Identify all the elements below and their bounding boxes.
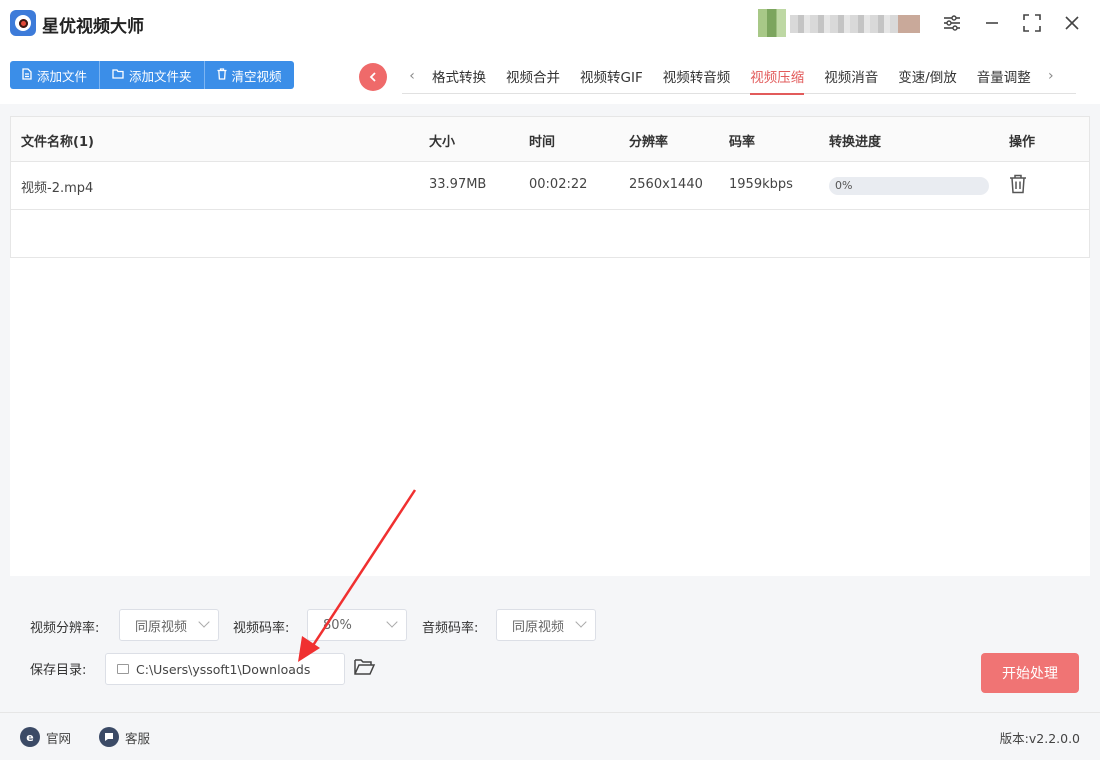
chevron-down-icon — [198, 616, 210, 628]
conversion-progress-bar: 0% — [829, 177, 989, 195]
ie-logo-icon: e — [20, 727, 40, 747]
table-row[interactable]: 视频-2.mp4 33.97MB 00:02:22 2560x1440 1959… — [10, 162, 1090, 210]
tab-video-mute[interactable]: 视频消音 — [814, 58, 888, 94]
file-button-group: 添加文件 添加文件夹 清空视频 — [10, 61, 294, 89]
video-bitrate-label: 视频码率: — [233, 621, 290, 636]
close-icon[interactable] — [1061, 12, 1083, 34]
header-bitrate: 码率 — [729, 135, 756, 150]
tab-volume-adjust[interactable]: 音量调整 — [967, 58, 1041, 94]
table-header: 文件名称(1) 大小 时间 分辨率 码率 转换进度 操作 — [10, 116, 1090, 162]
tab-video-merge[interactable]: 视频合并 — [496, 58, 570, 94]
add-file-button[interactable]: 添加文件 — [10, 61, 101, 89]
header-size: 大小 — [429, 135, 456, 150]
tab-speed-reverse[interactable]: 变速/倒放 — [888, 58, 967, 94]
support-link[interactable]: 客服 — [99, 727, 150, 747]
title-bar: 星优视频大师 — [0, 0, 1100, 48]
file-list-panel: 文件名称(1) 大小 时间 分辨率 码率 转换进度 操作 视频-2.mp4 33… — [10, 116, 1090, 576]
support-label: 客服 — [125, 730, 151, 746]
add-folder-button[interactable]: 添加文件夹 — [100, 61, 205, 89]
tab-video-to-gif[interactable]: 视频转GIF — [570, 58, 653, 94]
clear-videos-button[interactable]: 清空视频 — [204, 61, 294, 89]
audio-bitrate-select[interactable]: 同原视频 — [496, 609, 596, 641]
app-logo-icon — [10, 10, 36, 36]
output-settings: 视频分辨率: 同原视频 视频码率: 80% 音频码率: 同原视频 保存目录: C… — [0, 588, 1100, 712]
video-resolution-label: 视频分辨率: — [30, 621, 100, 636]
tabs-scroll-left-icon[interactable]: ‹ — [402, 68, 422, 84]
cell-resolution: 2560x1440 — [629, 177, 703, 192]
header-progress: 转换进度 — [829, 135, 882, 150]
website-link[interactable]: e 官网 — [20, 727, 71, 747]
empty-table-row — [10, 210, 1090, 258]
user-name-redacted[interactable] — [790, 15, 920, 33]
video-bitrate-value: 80% — [323, 617, 352, 633]
add-folder-label: 添加文件夹 — [129, 68, 192, 84]
chat-bubble-icon — [99, 727, 119, 747]
browse-folder-icon[interactable] — [354, 658, 376, 678]
header-resolution: 分辨率 — [629, 135, 669, 150]
save-dir-input[interactable]: C:\Users\yssoft1\Downloads — [105, 653, 345, 685]
save-dir-label: 保存目录: — [30, 663, 87, 678]
trash-icon — [217, 67, 227, 83]
minimize-icon[interactable] — [981, 12, 1003, 34]
feature-tabs: ‹ 格式转换 视频合并 视频转GIF 视频转音频 视频压缩 视频消音 变速/倒放… — [402, 58, 1076, 95]
website-label: 官网 — [46, 730, 72, 746]
tabs-scroll-right-icon[interactable]: › — [1041, 68, 1061, 84]
start-processing-button[interactable]: 开始处理 — [981, 653, 1079, 693]
video-resolution-value: 同原视频 — [135, 619, 188, 635]
tab-video-to-audio[interactable]: 视频转音频 — [653, 58, 741, 94]
settings-sliders-icon[interactable] — [941, 12, 963, 34]
video-resolution-select[interactable]: 同原视频 — [119, 609, 219, 641]
progress-text: 0% — [835, 179, 853, 192]
toolbar: 添加文件 添加文件夹 清空视频 ‹ 格式转换 视频合并 视频转GIF 视频转音频… — [0, 48, 1100, 104]
tab-format-convert[interactable]: 格式转换 — [422, 58, 496, 94]
cell-filename: 视频-2.mp4 — [21, 181, 94, 196]
audio-bitrate-label: 音频码率: — [422, 621, 479, 636]
app-title: 星优视频大师 — [42, 17, 144, 37]
header-action: 操作 — [1009, 135, 1036, 150]
audio-bitrate-value: 同原视频 — [512, 619, 565, 635]
file-icon — [22, 67, 32, 83]
chevron-down-icon — [575, 616, 587, 628]
tab-video-compress[interactable]: 视频压缩 — [740, 58, 814, 95]
folder-icon — [117, 664, 129, 674]
chevron-down-icon — [386, 616, 398, 628]
cell-time: 00:02:22 — [529, 177, 588, 192]
header-filename: 文件名称(1) — [21, 135, 94, 150]
footer: e 官网 客服 版本:v2.2.0.0 — [0, 712, 1100, 760]
video-bitrate-select[interactable]: 80% — [307, 609, 407, 641]
maximize-icon[interactable] — [1021, 12, 1043, 34]
folder-icon — [112, 68, 124, 82]
save-dir-value: C:\Users\yssoft1\Downloads — [136, 661, 311, 677]
cell-size: 33.97MB — [429, 177, 487, 192]
header-time: 时间 — [529, 135, 556, 150]
clear-videos-label: 清空视频 — [231, 68, 282, 84]
add-file-label: 添加文件 — [37, 68, 88, 84]
version-text: 版本:v2.2.0.0 — [999, 731, 1080, 746]
delete-row-trash-icon[interactable] — [1009, 174, 1029, 194]
user-avatar[interactable] — [758, 9, 786, 37]
cell-bitrate: 1959kbps — [729, 177, 793, 192]
back-circle-button[interactable] — [359, 63, 387, 91]
